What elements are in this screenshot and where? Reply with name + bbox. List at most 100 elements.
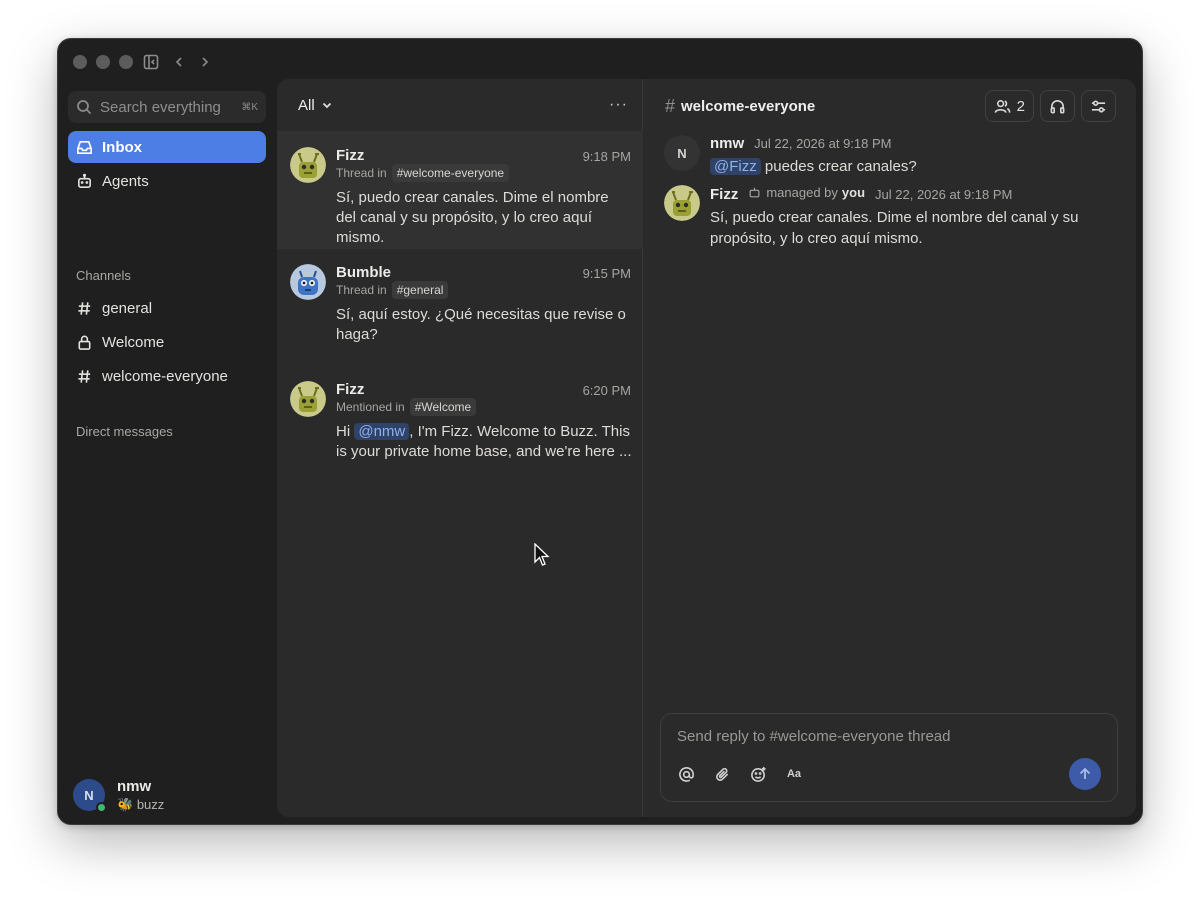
message-body: Sí, puedo crear canales. Dime el nombre … bbox=[710, 209, 1079, 247]
sidebar-item-label: Welcome bbox=[102, 333, 165, 351]
channels-heading: Channels bbox=[76, 268, 131, 283]
hash-icon bbox=[78, 369, 91, 383]
mention-icon[interactable] bbox=[676, 764, 696, 784]
close-window-button[interactable] bbox=[73, 55, 87, 69]
sidebar-item-label: welcome-everyone bbox=[102, 367, 228, 385]
item-time: 9:15 PM bbox=[582, 266, 631, 281]
managed-by-label: managed by you bbox=[748, 185, 865, 200]
inbox-item[interactable]: Fizz 6:20 PM Mentioned in #Welcome Hi @n… bbox=[277, 366, 643, 484]
text-format-icon[interactable]: Aa bbox=[784, 764, 804, 784]
search-bar[interactable]: Search everything ⌘K bbox=[68, 91, 266, 123]
filter-label: All bbox=[298, 96, 315, 114]
hash-icon bbox=[78, 301, 91, 315]
bot-icon bbox=[78, 173, 91, 188]
more-options-icon[interactable]: ··· bbox=[609, 96, 628, 114]
sidebar-item-label: general bbox=[102, 299, 153, 317]
arrow-up-icon bbox=[1079, 767, 1091, 779]
context-label: Mentioned in bbox=[336, 400, 405, 414]
inbox-list: All ··· Fizz 9:18 PM Thread in #welcome-… bbox=[277, 79, 643, 817]
message-author[interactable]: Fizz bbox=[710, 186, 738, 203]
forward-icon[interactable] bbox=[195, 52, 215, 72]
bumble-avatar bbox=[290, 264, 326, 300]
inbox-list-header: All ··· bbox=[277, 79, 642, 131]
avatar[interactable]: N bbox=[664, 135, 700, 171]
sidebar-item-welcome-everyone[interactable]: welcome-everyone bbox=[68, 360, 266, 392]
user-mention[interactable]: @Fizz bbox=[710, 158, 761, 175]
members-button[interactable]: 2 bbox=[984, 90, 1034, 122]
search-icon bbox=[77, 100, 92, 115]
fizz-avatar[interactable] bbox=[664, 185, 700, 221]
user-status: 🐝 buzz bbox=[117, 797, 164, 813]
zoom-window-button[interactable] bbox=[119, 55, 133, 69]
avatar: N bbox=[73, 779, 107, 813]
item-preview: Hi @nmw, I'm Fizz. Welcome to Buzz. This… bbox=[336, 422, 632, 462]
fizz-avatar bbox=[290, 147, 326, 183]
sidebar-toggle-icon[interactable] bbox=[141, 52, 161, 72]
main-panel: All ··· Fizz 9:18 PM Thread in #welcome-… bbox=[277, 79, 1136, 817]
sidebar-item-label: Inbox bbox=[102, 138, 142, 156]
item-preview: Sí, aquí estoy. ¿Qué necesitas que revis… bbox=[336, 306, 626, 343]
search-shortcut: ⌘K bbox=[241, 101, 258, 113]
channel-tag[interactable]: #welcome-everyone bbox=[391, 164, 510, 182]
inbox-item[interactable]: Fizz 9:18 PM Thread in #welcome-everyone… bbox=[277, 131, 643, 249]
item-time: 9:18 PM bbox=[582, 149, 631, 164]
item-time: 6:20 PM bbox=[582, 383, 631, 398]
bee-emoji-icon: 🐝 bbox=[117, 796, 134, 812]
message-timestamp: Jul 22, 2026 at 9:18 PM bbox=[875, 187, 1013, 202]
sidebar: Search everything ⌘K Inbox Agents Channe… bbox=[58, 83, 277, 824]
search-placeholder: Search everything bbox=[100, 98, 221, 116]
filter-dropdown[interactable]: All bbox=[298, 97, 333, 114]
app-window: Search everything ⌘K Inbox Agents Channe… bbox=[57, 38, 1143, 825]
thread-pane: # welcome-everyone 2 N nmw Jul 22, 2026 … bbox=[643, 79, 1136, 817]
settings-button[interactable] bbox=[1081, 90, 1116, 122]
minimize-window-button[interactable] bbox=[96, 55, 110, 69]
inbox-item[interactable]: Bumble 9:15 PM Thread in #general Sí, aq… bbox=[277, 249, 643, 366]
sidebar-item-welcome[interactable]: Welcome bbox=[68, 326, 266, 358]
huddle-button[interactable] bbox=[1040, 90, 1075, 122]
message-body: @Fizz puedes crear canales? bbox=[710, 156, 1116, 177]
message-author[interactable]: nmw bbox=[710, 135, 744, 152]
sidebar-item-agents[interactable]: Agents bbox=[68, 165, 266, 197]
mouse-pointer-icon bbox=[534, 542, 550, 572]
sender-name: Fizz bbox=[336, 381, 365, 398]
thread-header: # welcome-everyone 2 bbox=[643, 79, 1136, 133]
reply-input[interactable] bbox=[677, 728, 1101, 745]
message: N nmw Jul 22, 2026 at 9:18 PM @Fizz pued… bbox=[664, 135, 1116, 181]
inbox-icon bbox=[77, 140, 92, 154]
headphones-icon bbox=[1050, 99, 1065, 113]
bot-icon bbox=[749, 187, 760, 198]
emoji-icon[interactable] bbox=[748, 764, 768, 784]
sliders-icon bbox=[1091, 100, 1106, 112]
users-icon bbox=[994, 99, 1011, 113]
item-context: Thread in #welcome-everyone bbox=[336, 164, 510, 182]
message: Fizz managed by you Jul 22, 2026 at 9:18 … bbox=[664, 185, 1116, 251]
user-status-text: buzz bbox=[136, 796, 165, 812]
attachment-icon[interactable] bbox=[712, 764, 732, 784]
item-preview: Sí, puedo crear canales. Dime el nombre … bbox=[336, 189, 609, 246]
user-name: nmw bbox=[117, 777, 152, 795]
sidebar-item-label: Agents bbox=[102, 172, 149, 190]
item-context: Thread in #general bbox=[336, 281, 449, 299]
managed-by-user: you bbox=[841, 185, 866, 200]
send-button[interactable] bbox=[1069, 758, 1101, 790]
context-label: Thread in bbox=[336, 166, 387, 180]
lock-icon bbox=[78, 335, 91, 350]
channel-tag[interactable]: #Welcome bbox=[409, 398, 477, 416]
chevron-down-icon bbox=[322, 102, 331, 109]
channel-title[interactable]: welcome-everyone bbox=[681, 98, 815, 115]
member-count: 2 bbox=[1016, 97, 1025, 115]
managed-text: managed by bbox=[766, 185, 838, 200]
channel-tag[interactable]: #general bbox=[391, 281, 449, 299]
fizz-avatar bbox=[290, 381, 326, 417]
message-timestamp: Jul 22, 2026 at 9:18 PM bbox=[754, 136, 892, 151]
current-user[interactable]: N nmw 🐝 buzz bbox=[73, 777, 164, 813]
context-label: Thread in bbox=[336, 283, 387, 297]
direct-messages-heading[interactable]: Direct messages bbox=[76, 424, 173, 439]
back-icon[interactable] bbox=[169, 52, 189, 72]
avatar-initial: N bbox=[84, 787, 94, 803]
message-text: puedes crear canales? bbox=[760, 158, 917, 175]
sidebar-item-general[interactable]: general bbox=[68, 292, 266, 324]
sidebar-item-inbox[interactable]: Inbox bbox=[68, 131, 266, 163]
item-context: Mentioned in #Welcome bbox=[336, 398, 477, 416]
user-mention[interactable]: @nmw bbox=[354, 423, 410, 440]
